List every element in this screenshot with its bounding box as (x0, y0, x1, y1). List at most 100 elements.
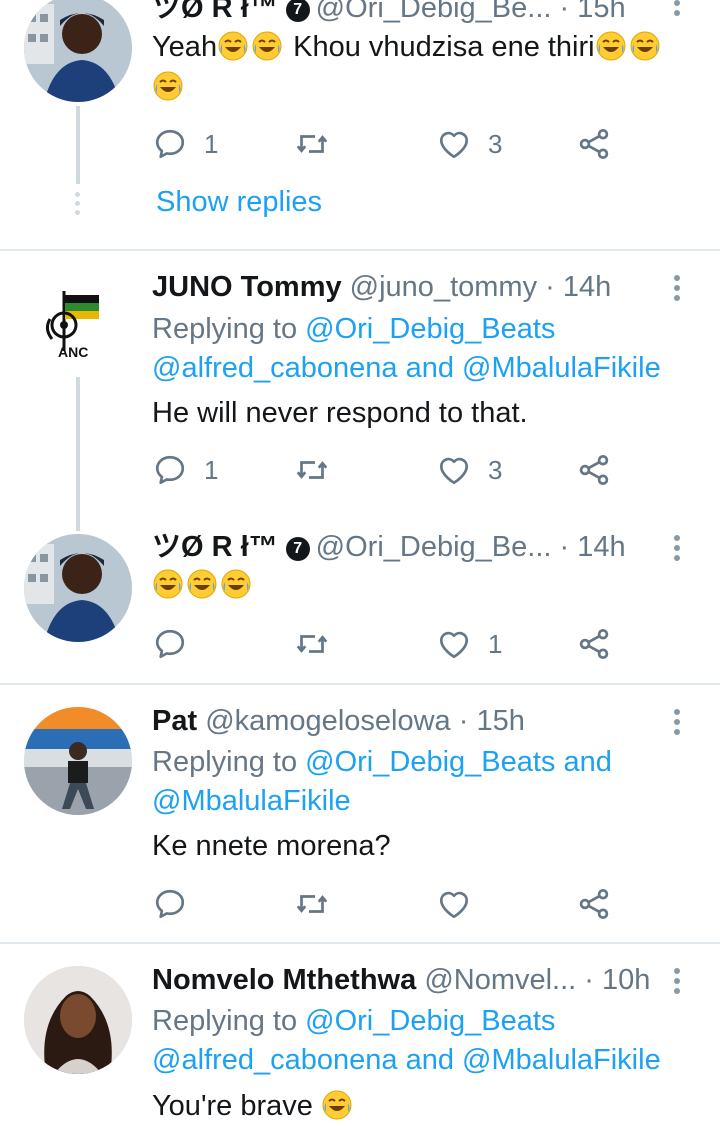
tweet-actions (152, 884, 672, 924)
badge-icon: 7 (285, 537, 310, 561)
mention-link[interactable]: @MbalulaFikile (462, 1044, 661, 1076)
user-handle[interactable]: @Ori_Debig_Be... (316, 531, 552, 563)
avatar[interactable] (24, 0, 132, 102)
show-replies-link[interactable]: Show replies (156, 186, 322, 219)
reply-count: 1 (204, 454, 219, 485)
like-button[interactable]: 3 (436, 124, 502, 164)
mention-and: and (405, 1044, 454, 1076)
user-handle[interactable]: @Nomvel... (424, 964, 576, 996)
like-button[interactable]: 1 (436, 624, 502, 664)
laughing-emoji-icon (251, 30, 283, 62)
display-name[interactable]: ツØ R ł™ (152, 531, 278, 563)
heart-icon (436, 126, 472, 162)
laughing-emoji-icon (152, 70, 184, 102)
tweet-pat[interactable]: Pat @kamogeloselowa · 15h Replying to @O… (0, 685, 720, 942)
more-options-icon[interactable] (674, 968, 684, 998)
share-button[interactable] (576, 624, 612, 664)
reply-button[interactable]: 1 (152, 124, 218, 164)
heart-icon (436, 626, 472, 662)
replying-to-label: Replying to (152, 313, 298, 345)
timestamp: 14h (577, 531, 626, 563)
reply-icon (152, 452, 188, 488)
mention-and: and (563, 746, 612, 778)
avatar[interactable] (24, 534, 132, 642)
retweet-button[interactable] (294, 624, 330, 664)
like-count: 1 (488, 628, 503, 659)
mention-link[interactable]: @Ori_Debig_Beats (305, 746, 555, 778)
user-handle[interactable]: @kamogeloselowa (205, 705, 450, 737)
replying-to: Replying to @Ori_Debig_Beats @alfred_cab… (152, 310, 690, 388)
retweet-icon (294, 626, 330, 662)
tweet-juno[interactable]: ANC JUNO Tommy @juno_tommy · 14h Replyin… (0, 251, 720, 531)
avatar[interactable] (24, 966, 132, 1074)
display-name[interactable]: Pat (152, 705, 197, 737)
laughing-emoji-icon (629, 30, 661, 62)
retweet-button[interactable] (294, 450, 330, 490)
share-icon (576, 886, 612, 922)
reply-icon (152, 626, 188, 662)
display-name[interactable]: ツØ R ł™ (152, 0, 278, 24)
tweet-ori-2[interactable]: ツØ R ł™ 7 @Ori_Debig_Be... · 14h 1 (0, 521, 720, 683)
display-name[interactable]: JUNO Tommy (152, 271, 342, 303)
tweet-text: He will never respond to that. (152, 397, 528, 429)
more-options-icon[interactable] (674, 275, 684, 305)
reply-button[interactable] (152, 624, 188, 664)
tweet-text (152, 565, 690, 605)
mention-link[interactable]: @MbalulaFikile (462, 352, 661, 384)
timestamp: 10h (602, 964, 651, 996)
share-button[interactable] (576, 450, 612, 490)
tweet-header: ツØ R ł™ 7 @Ori_Debig_Be... · 14h (152, 529, 660, 565)
display-name[interactable]: Nomvelo Mthethwa (152, 964, 416, 996)
replying-to: Replying to @Ori_Debig_Beats and @Mbalul… (152, 743, 690, 821)
separator: · (559, 0, 570, 24)
mention-and: and (405, 352, 454, 384)
avatar[interactable]: ANC (24, 267, 132, 375)
reply-button[interactable] (152, 884, 188, 924)
retweet-icon (294, 452, 330, 488)
thread-connector (76, 106, 80, 184)
separator: · (584, 964, 594, 996)
avatar[interactable] (24, 707, 132, 815)
share-button[interactable] (576, 884, 612, 924)
retweet-button[interactable] (294, 884, 330, 924)
share-icon (576, 126, 612, 162)
tweet-nomvelo[interactable]: Nomvelo Mthethwa @Nomvel... · 10h Replyi… (0, 944, 720, 1122)
user-handle[interactable]: @Ori_Debig_Be... (316, 0, 552, 24)
tweet-text: Ke nnete morena? (152, 830, 391, 862)
thread-connector (76, 377, 80, 531)
timestamp: 14h (562, 271, 612, 303)
badge-icon: 7 (285, 0, 310, 22)
mention-link[interactable]: @Ori_Debig_Beats (305, 313, 555, 345)
user-handle[interactable]: @juno_tommy (350, 271, 537, 303)
like-count: 3 (488, 454, 503, 485)
more-options-icon[interactable] (674, 709, 684, 739)
laughing-emoji-icon (321, 1089, 353, 1121)
tweet-header: Pat @kamogeloselowa · 15h (152, 703, 660, 739)
tweet-actions: 1 3 (152, 124, 672, 164)
reply-button[interactable]: 1 (152, 450, 218, 490)
like-button[interactable] (436, 884, 472, 924)
retweet-icon (294, 886, 330, 922)
laughing-emoji-icon (186, 568, 218, 600)
tweet-ori-1[interactable]: ツØ R ł™ 7 @Ori_Debig_Be... · 15h Yeah Khou… (0, 0, 720, 250)
more-options-icon[interactable] (674, 535, 684, 565)
replying-to: Replying to @Ori_Debig_Beats @alfred_cab… (152, 1002, 690, 1080)
like-button[interactable]: 3 (436, 450, 502, 490)
retweet-icon (294, 126, 330, 162)
like-count: 3 (488, 128, 503, 159)
thread-dots (74, 192, 82, 219)
mention-link[interactable]: @alfred_cabonena (152, 352, 398, 384)
share-icon (576, 452, 612, 488)
mention-link[interactable]: @Ori_Debig_Beats (305, 1005, 555, 1037)
tweet-text: You're brave (152, 1086, 690, 1126)
more-options-icon[interactable] (674, 0, 684, 20)
replying-to-label: Replying to (152, 1005, 298, 1037)
share-button[interactable] (576, 124, 612, 164)
separator: · (545, 271, 555, 303)
laughing-emoji-icon (220, 568, 252, 600)
reply-icon (152, 886, 188, 922)
retweet-button[interactable] (294, 124, 330, 164)
tweet-text: Yeah Khou vhudzisa ene thiri (152, 27, 690, 107)
mention-link[interactable]: @alfred_cabonena (152, 1044, 398, 1076)
mention-link[interactable]: @MbalulaFikile (152, 785, 351, 817)
